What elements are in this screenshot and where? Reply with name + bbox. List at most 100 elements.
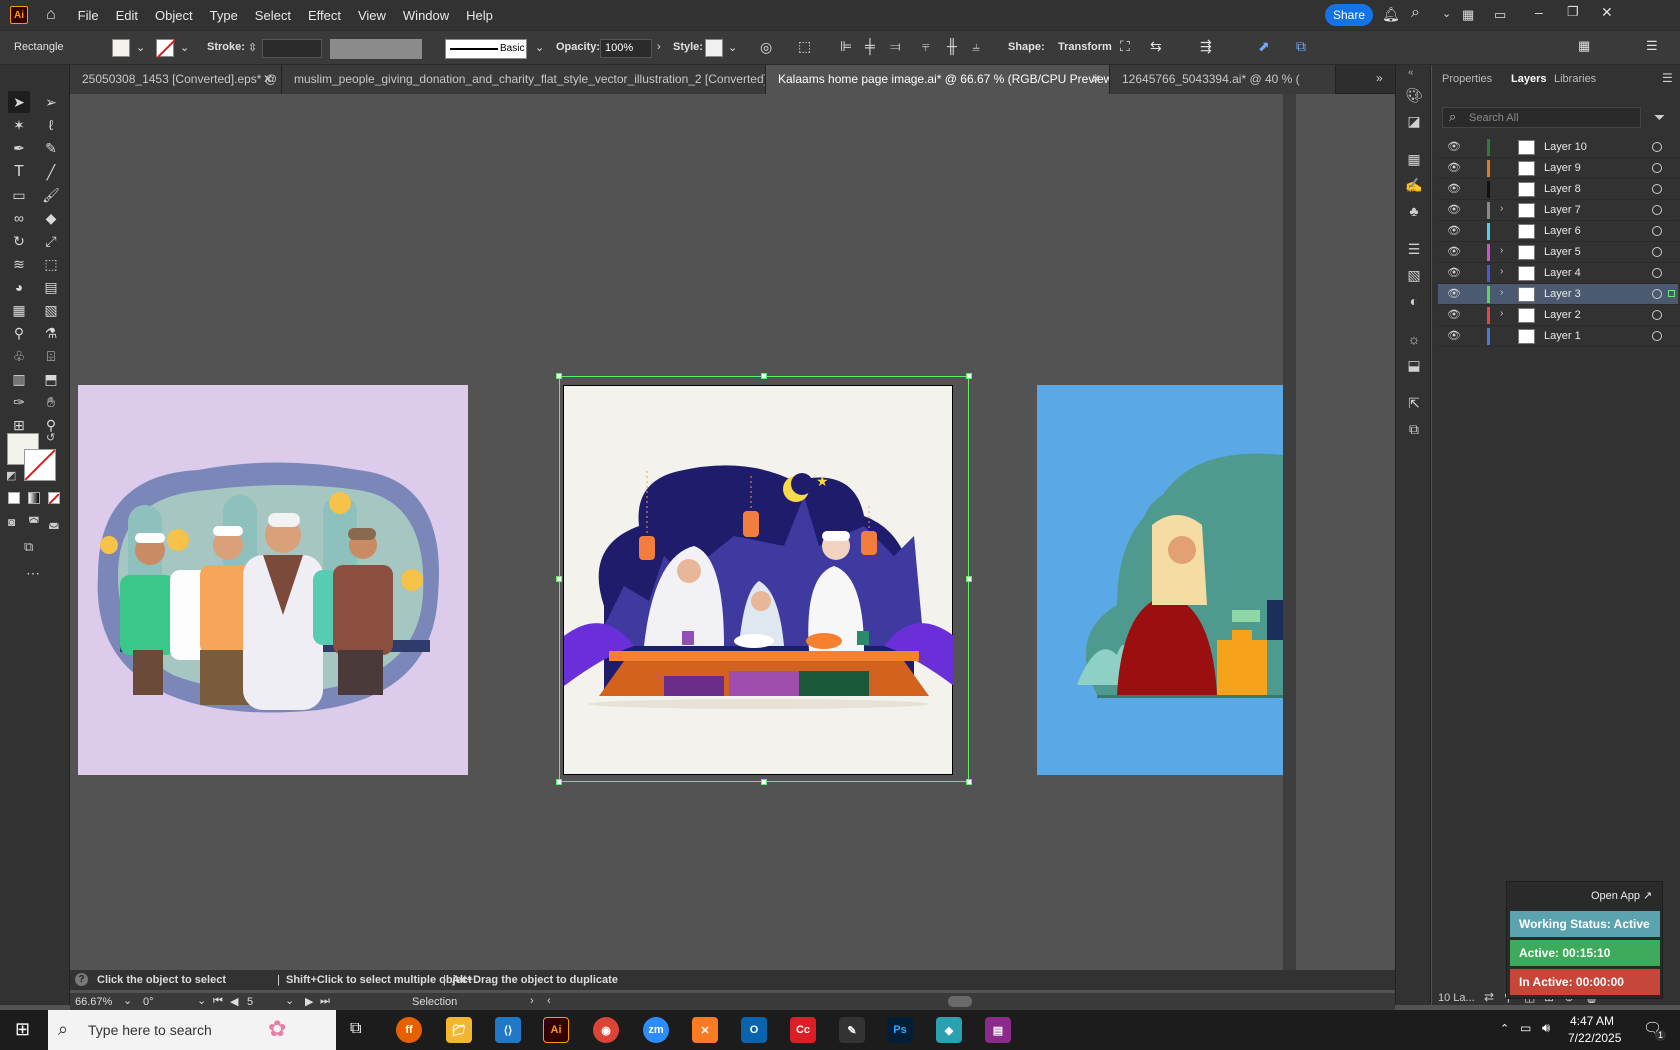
windows-start-icon[interactable]: ⊞	[15, 1019, 30, 1040]
graphic-styles-panel-icon[interactable]: ⬓	[1404, 355, 1424, 375]
next-artboard-icon[interactable]: ▶	[305, 995, 313, 1008]
layer-target-icon[interactable]	[1652, 142, 1662, 152]
menu-type[interactable]: Type	[210, 8, 238, 23]
layer-target-icon[interactable]	[1652, 205, 1662, 215]
gradient-tool-icon[interactable]: ▧	[40, 299, 62, 321]
clock-time[interactable]: 4:47 AM	[1570, 1014, 1614, 1028]
pen-tool-icon[interactable]: ✒	[8, 137, 30, 159]
swap-colors-icon[interactable]: ↺	[46, 431, 55, 444]
appearance-panel-icon[interactable]: ☼	[1404, 329, 1424, 349]
type-tool-icon[interactable]: T	[8, 161, 30, 183]
filter-icon[interactable]: ⏷	[1654, 109, 1665, 126]
layer-search-input[interactable]: ⌕ Search All	[1442, 107, 1641, 128]
slice-tool-icon[interactable]: ✑	[8, 391, 30, 413]
layer-row[interactable]: 👁︎ Layer 10	[1438, 137, 1678, 158]
visibility-eye-icon[interactable]: 👁︎	[1447, 224, 1461, 237]
artboards-panel-icon[interactable]: ⧉	[1404, 419, 1424, 439]
close-icon[interactable]: ✕	[1601, 4, 1613, 21]
align-top-icon[interactable]: ⫧	[922, 38, 930, 55]
direct-selection-tool-icon[interactable]: ➢	[40, 91, 62, 113]
eraser-tool-icon[interactable]: ◆	[40, 207, 62, 229]
menu-object[interactable]: Object	[155, 8, 193, 23]
layer-row[interactable]: 👁︎ › Layer 5	[1438, 242, 1678, 263]
horizontal-scroll-thumb[interactable]	[948, 996, 972, 1007]
color-guide-icon[interactable]: ◪	[1404, 111, 1424, 131]
resize-handle-e[interactable]	[966, 576, 972, 582]
menu-select[interactable]: Select	[255, 8, 291, 23]
hand-tool-icon[interactable]: ✋︎	[40, 391, 62, 413]
chevron-right-icon[interactable]: ›	[530, 995, 534, 1007]
eyedropper-tool-icon[interactable]: ⚲	[8, 322, 30, 344]
workspace-icon[interactable]: ▭	[1494, 7, 1506, 23]
arrange-icon[interactable]: ▦	[1578, 38, 1590, 54]
layer-name[interactable]: Layer 8	[1544, 183, 1581, 195]
resize-handle-se[interactable]	[966, 779, 972, 785]
align-bottom-icon[interactable]: ⫨	[972, 38, 980, 55]
layer-row[interactable]: 👁︎ › Layer 4	[1438, 263, 1678, 284]
vscode-icon[interactable]: ⟨⟩	[495, 1017, 521, 1043]
artboard-number[interactable]: 5	[247, 996, 253, 1008]
layer-name[interactable]: Layer 5	[1544, 246, 1581, 258]
transparency-panel-icon[interactable]: ◐	[1404, 291, 1424, 311]
layer-target-icon[interactable]	[1652, 163, 1662, 173]
brushes-panel-icon[interactable]: ✍	[1404, 175, 1424, 195]
distribute-icon[interactable]: ⇶	[1200, 38, 1212, 55]
shaper-tool-icon[interactable]: ∞	[8, 207, 30, 229]
resize-handle-ne[interactable]	[966, 373, 972, 379]
variable-width-profile[interactable]	[330, 39, 422, 59]
blend-tool-icon[interactable]: ⚗	[40, 322, 62, 344]
tab-document-1[interactable]: 25050308_1453 [Converted].eps* @ ... ✕	[70, 65, 282, 94]
stroke-label[interactable]: Stroke:	[207, 41, 245, 53]
free-transform-tool-icon[interactable]: ⬚	[40, 253, 62, 275]
chevron-down-icon[interactable]: ⌄	[123, 994, 132, 1007]
transform-label[interactable]: Transform	[1058, 41, 1112, 53]
illustrator-taskbar-icon[interactable]: Ai	[543, 1017, 569, 1043]
first-artboard-icon[interactable]: ⏮	[213, 995, 223, 1008]
xampp-icon[interactable]: ✕	[692, 1017, 718, 1043]
layer-name[interactable]: Layer 10	[1544, 141, 1587, 153]
volume-icon[interactable]: 🔊︎	[1542, 1020, 1550, 1036]
expand-arrow-icon[interactable]: ›	[1500, 245, 1503, 256]
make-symbol-icon[interactable]: ⬈	[1258, 38, 1270, 55]
task-view-icon[interactable]: ⧉	[350, 1020, 361, 1038]
visibility-eye-icon[interactable]: 👁︎	[1447, 266, 1461, 279]
home-icon[interactable]: ⌂	[46, 6, 56, 24]
tab-document-3[interactable]: Kalaams home page image.ai* @ 66.67 % (R…	[766, 65, 1110, 94]
recolor-icon[interactable]: ◎	[760, 39, 772, 56]
align-vcenter-icon[interactable]: ╫	[947, 38, 957, 54]
symbols-panel-icon[interactable]: ♣	[1404, 201, 1424, 221]
layer-row[interactable]: 👁︎ Layer 8	[1438, 179, 1678, 200]
menu-view[interactable]: View	[358, 8, 386, 23]
style-swatch[interactable]	[705, 39, 723, 57]
vertical-scrollbar[interactable]	[1283, 94, 1296, 970]
taskbar-search-input[interactable]: ⌕ Type here to search ✿	[48, 1010, 336, 1050]
layer-target-icon[interactable]	[1652, 331, 1662, 341]
last-artboard-icon[interactable]: ⏭	[320, 995, 330, 1008]
visibility-eye-icon[interactable]: 👁︎	[1447, 203, 1461, 216]
visibility-eye-icon[interactable]: 👁︎	[1447, 245, 1461, 258]
canvas[interactable]: ★	[70, 94, 1375, 970]
firefox-icon[interactable]: ff	[396, 1017, 422, 1043]
layer-name[interactable]: Layer 3	[1544, 288, 1581, 300]
paintbrush-tool-icon[interactable]: 🖌︎	[40, 184, 62, 206]
align-to-icon[interactable]: ⬚	[798, 38, 811, 55]
resize-handle-w[interactable]	[556, 576, 562, 582]
transform-each-icon[interactable]: ⇆	[1150, 38, 1162, 55]
shape-builder-tool-icon[interactable]: ◕	[8, 276, 30, 298]
open-app-link[interactable]: Open App ↗	[1591, 889, 1652, 902]
chevron-down-icon[interactable]: ⌄	[285, 994, 294, 1007]
rotation-value[interactable]: 0°	[143, 996, 154, 1008]
visibility-eye-icon[interactable]: 👁︎	[1447, 140, 1461, 153]
layer-target-icon[interactable]	[1652, 310, 1662, 320]
expand-arrow-icon[interactable]: ›	[1500, 203, 1503, 214]
gradient-panel-icon[interactable]: ▧	[1404, 265, 1424, 285]
chrome-icon[interactable]: ◉	[593, 1017, 619, 1043]
pen-app-icon[interactable]: ✎	[839, 1017, 865, 1043]
isolate-icon[interactable]: ⛶	[1120, 38, 1130, 55]
visibility-eye-icon[interactable]: 👁︎	[1447, 287, 1461, 300]
draw-normal-icon[interactable]: ◙	[8, 515, 15, 529]
search-icon[interactable]: ⌕	[1411, 4, 1420, 22]
app-diamond-icon[interactable]: ◆	[936, 1017, 962, 1043]
menu-help[interactable]: Help	[466, 8, 493, 23]
screen-mode-icon[interactable]: ⧉	[24, 539, 33, 555]
